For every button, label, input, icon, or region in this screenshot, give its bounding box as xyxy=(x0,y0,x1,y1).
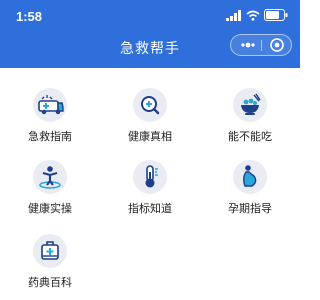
icon-circle xyxy=(133,160,167,194)
icon-circle xyxy=(233,160,267,194)
battery-icon xyxy=(264,9,288,21)
icon-circle xyxy=(33,88,67,122)
close-button[interactable] xyxy=(263,35,291,55)
grid-item-first-aid-guide[interactable]: 急救指南 xyxy=(0,88,100,144)
pregnant-woman-icon xyxy=(243,165,257,187)
grid-item-label: 健康实操 xyxy=(28,202,72,215)
miniprogram-capsule xyxy=(230,34,292,56)
icon-circle xyxy=(233,88,267,122)
grid-item-label: 能不能吃 xyxy=(228,130,272,143)
grid-item-health-practice[interactable]: 健康实操 xyxy=(0,160,100,216)
icon-circle xyxy=(33,160,67,194)
thermometer-icon xyxy=(145,165,158,188)
wifi-icon xyxy=(246,10,260,21)
signal-icon xyxy=(226,9,241,21)
grid-item-medicine-encyclopedia[interactable]: 药典百科 xyxy=(0,234,100,290)
grid-item-indicators[interactable]: 指标知道 xyxy=(100,160,200,216)
medicine-box-icon xyxy=(41,241,59,260)
more-button[interactable] xyxy=(235,35,261,55)
grid-item-pregnancy-guide[interactable]: 孕期指导 xyxy=(200,160,300,216)
grid-item-label: 急救指南 xyxy=(28,130,72,143)
grid-item-label: 孕期指导 xyxy=(228,202,272,215)
ambulance-icon xyxy=(38,95,64,115)
grid-item-label: 健康真相 xyxy=(128,130,172,143)
icon-circle xyxy=(133,88,167,122)
grid-item-label: 指标知道 xyxy=(128,202,172,215)
grid-item-health-truth[interactable]: 健康真相 xyxy=(100,88,200,144)
grid-item-can-i-eat[interactable]: 能不能吃 xyxy=(200,88,300,144)
title-bar: 1:58 急救帮手 xyxy=(0,0,300,68)
close-circle-icon xyxy=(270,38,284,52)
status-time: 1:58 xyxy=(16,9,43,24)
icon-circle xyxy=(33,234,67,268)
person-exercise-icon xyxy=(39,166,61,189)
more-dots-icon xyxy=(241,42,255,48)
magnifier-plus-icon xyxy=(141,96,160,115)
grid-item-label: 药典百科 xyxy=(28,276,72,289)
capsule-divider xyxy=(261,40,262,51)
food-bowl-icon xyxy=(241,93,261,115)
status-icons xyxy=(226,8,288,22)
